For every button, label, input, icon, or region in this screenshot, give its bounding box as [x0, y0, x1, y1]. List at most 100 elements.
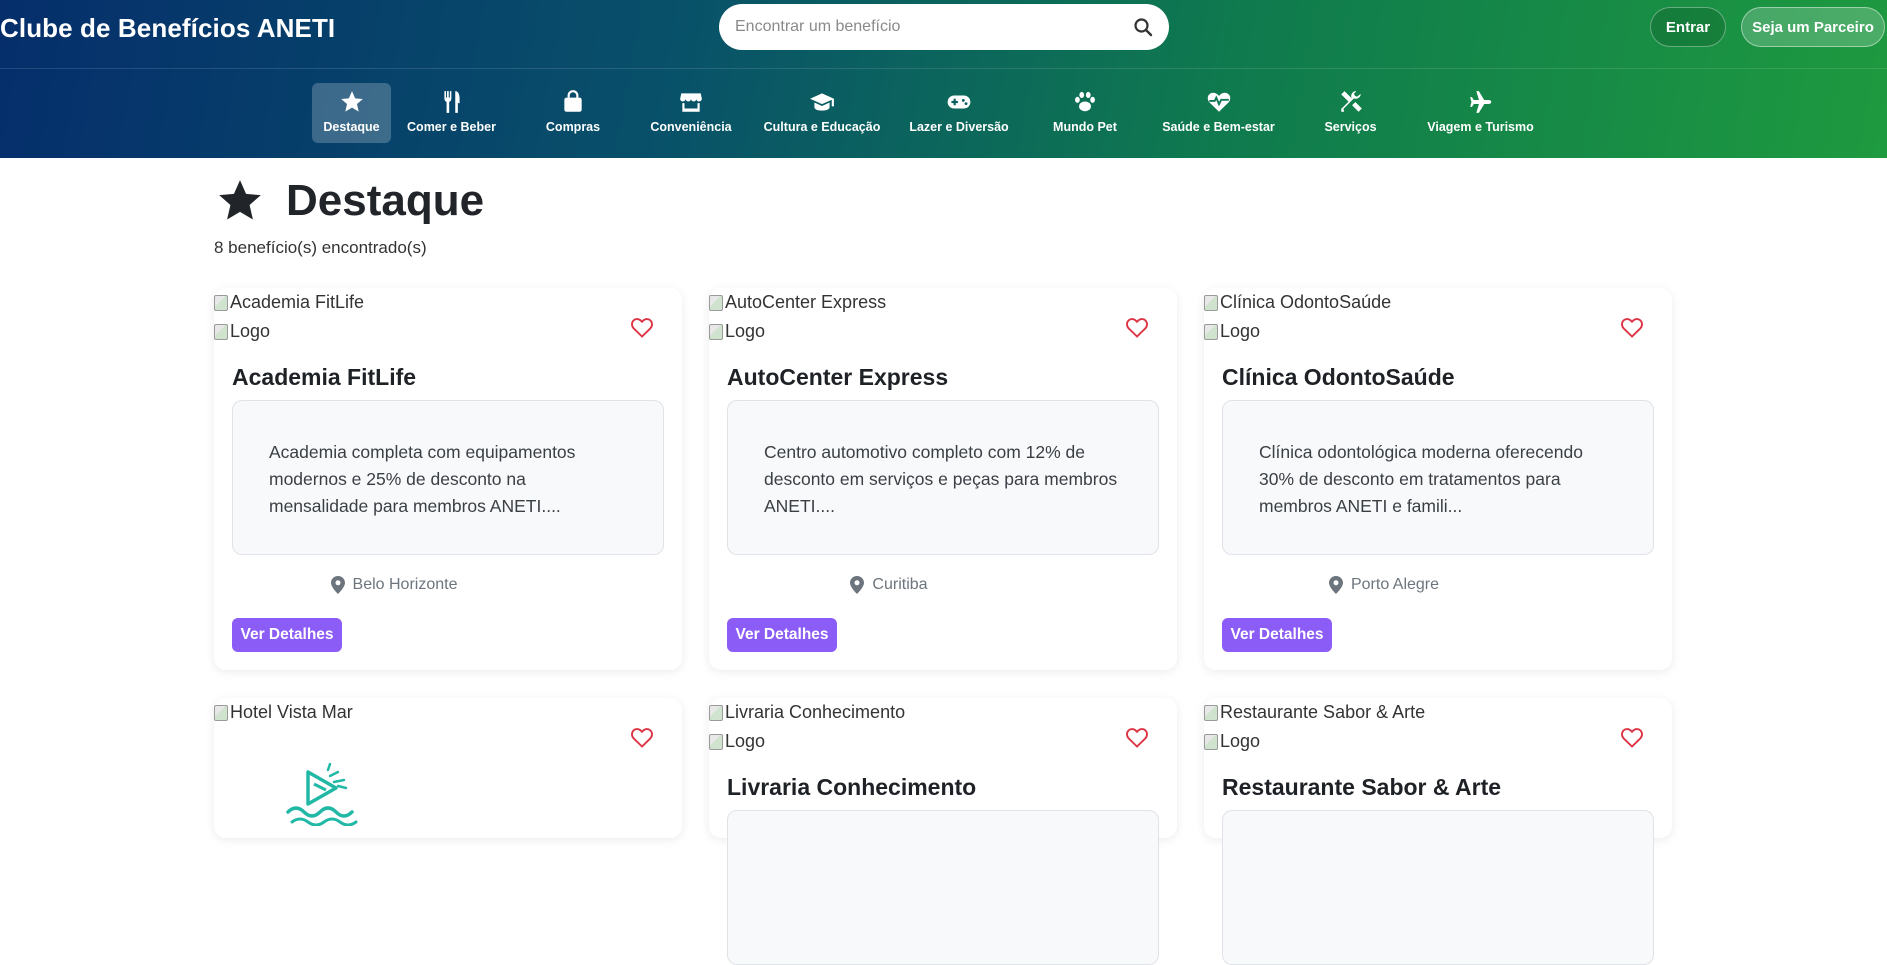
header-divider [0, 68, 1887, 69]
partner-button[interactable]: Seja um Parceiro [1741, 7, 1885, 47]
banner-image: Academia FitLife [214, 292, 364, 313]
card-title[interactable]: Academia FitLife [232, 364, 416, 391]
store-icon [680, 93, 702, 112]
category-lazer-e-diversao[interactable]: Lazer e Diversão [896, 83, 1022, 143]
category-conveniencia[interactable]: Conveniência [634, 83, 748, 143]
banner-alt-text: AutoCenter Express [725, 292, 887, 312]
broken-image-icon [214, 704, 228, 721]
benefit-card[interactable]: AutoCenter Express Logo AutoCenter Expre… [709, 288, 1177, 670]
category-label: Serviços [1324, 120, 1377, 134]
card-description: Clínica odontológica moderna oferecendo … [1222, 400, 1654, 555]
page-title: Destaque [286, 176, 485, 225]
location-text: Belo Horizonte [352, 576, 458, 593]
banner-alt-text: Restaurante Sabor & Arte [1220, 702, 1426, 722]
category-label: Saúde e Bem-estar [1162, 120, 1275, 134]
broken-image-icon [709, 704, 723, 721]
broken-image-icon [214, 323, 228, 340]
card-title[interactable]: Clínica OdontoSaúde [1222, 364, 1455, 391]
card-description: Centro automotivo completo com 12% de de… [727, 400, 1159, 555]
card-location: Belo Horizonte [214, 576, 574, 594]
heart-icon[interactable] [1620, 726, 1644, 748]
shopping-bag-icon [564, 90, 582, 112]
logo-image: Logo [1204, 321, 1260, 342]
star-icon [340, 91, 363, 112]
utensils-icon [443, 91, 460, 113]
star-icon [219, 180, 261, 220]
category-label: Lazer e Diversão [909, 120, 1009, 134]
broken-image-icon [214, 294, 228, 311]
heart-pulse-icon [1207, 92, 1230, 112]
map-marker-icon [330, 576, 345, 594]
category-label: Compras [545, 120, 601, 134]
heart-icon[interactable] [630, 316, 654, 338]
results-count: 8 benefício(s) encontrado(s) [214, 238, 427, 257]
banner-image: Clínica OdontoSaúde [1204, 292, 1391, 313]
card-description [727, 810, 1159, 965]
broken-image-icon [709, 733, 723, 750]
login-button[interactable]: Entrar [1650, 7, 1726, 47]
card-location: Curitiba [709, 576, 1069, 594]
heart-icon[interactable] [1620, 316, 1644, 338]
heart-icon[interactable] [1125, 316, 1149, 338]
logo-image: Logo [214, 321, 270, 342]
category-comer-e-beber[interactable]: Comer e Beber [391, 83, 512, 143]
category-nav: Destaque Comer e Beber Compras Conveniên… [312, 83, 1549, 143]
logo-alt-text: Logo [1220, 321, 1261, 341]
logo-alt-text: Logo [725, 321, 766, 341]
category-servicos[interactable]: Serviços [1289, 83, 1412, 143]
banner-alt-text: Academia FitLife [230, 292, 365, 312]
broken-image-icon [709, 323, 723, 340]
benefit-card[interactable]: Hotel Vista Mar [214, 698, 682, 838]
card-title[interactable]: Restaurante Sabor & Arte [1222, 774, 1501, 801]
search-input[interactable] [735, 4, 1115, 50]
card-description [1222, 810, 1654, 965]
category-destaque[interactable]: Destaque [312, 83, 391, 143]
banner-image: AutoCenter Express [709, 292, 886, 313]
details-button[interactable]: Ver Detalhes [232, 618, 342, 652]
category-compras[interactable]: Compras [512, 83, 634, 143]
hotel-logo-image [286, 762, 358, 826]
heart-icon[interactable] [1125, 726, 1149, 748]
broken-image-icon [1204, 704, 1218, 721]
details-button[interactable]: Ver Detalhes [1222, 618, 1332, 652]
card-title[interactable]: AutoCenter Express [727, 364, 948, 391]
search-icon[interactable] [1133, 17, 1153, 37]
logo-alt-text: Logo [1220, 731, 1261, 751]
category-label: Conveniência [650, 120, 732, 134]
category-saude-e-bem-estar[interactable]: Saúde e Bem-estar [1148, 83, 1289, 143]
banner-image: Livraria Conhecimento [709, 702, 905, 723]
broken-image-icon [1204, 323, 1218, 340]
benefit-card[interactable]: Restaurante Sabor & Arte Logo Restaurant… [1204, 698, 1672, 965]
benefit-card[interactable]: Livraria Conhecimento Logo Livraria Conh… [709, 698, 1177, 965]
category-viagem-e-turismo[interactable]: Viagem e Turismo [1412, 83, 1549, 143]
category-mundo-pet[interactable]: Mundo Pet [1022, 83, 1148, 143]
logo-image: Logo [709, 321, 765, 342]
page-heading: Destaque [214, 176, 484, 226]
banner-alt-text: Clínica OdontoSaúde [1220, 292, 1392, 312]
banner-alt-text: Hotel Vista Mar [230, 702, 353, 722]
category-label: Destaque [323, 120, 380, 134]
brand-title[interactable]: Clube de Benefícios ANETI [0, 13, 335, 44]
broken-image-icon [1204, 733, 1218, 750]
gamepad-icon [947, 95, 971, 109]
category-label: Cultura e Educação [763, 120, 881, 134]
details-button[interactable]: Ver Detalhes [727, 618, 837, 652]
map-marker-icon [1328, 576, 1343, 594]
location-text: Porto Alegre [1350, 576, 1440, 593]
category-label: Mundo Pet [1053, 120, 1117, 134]
search-box[interactable] [719, 4, 1169, 50]
broken-image-icon [1204, 294, 1218, 311]
benefit-card[interactable]: Clínica OdontoSaúde Logo Clínica OdontoS… [1204, 288, 1672, 670]
heart-icon[interactable] [630, 726, 654, 748]
graduation-cap-icon [810, 93, 834, 111]
logo-alt-text: Logo [725, 731, 766, 751]
category-label: Comer e Beber [407, 120, 496, 134]
banner-image: Hotel Vista Mar [214, 702, 353, 723]
plane-icon [1469, 91, 1491, 113]
category-cultura-e-educacao[interactable]: Cultura e Educação [748, 83, 896, 143]
card-location: Porto Alegre [1204, 576, 1564, 594]
location-text: Curitiba [872, 576, 928, 593]
banner-image: Restaurante Sabor & Arte [1204, 702, 1425, 723]
benefit-card[interactable]: Academia FitLife Logo Academia FitLife A… [214, 288, 682, 670]
card-title[interactable]: Livraria Conhecimento [727, 774, 976, 801]
